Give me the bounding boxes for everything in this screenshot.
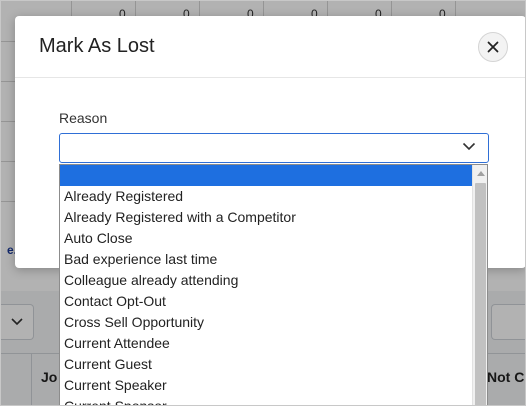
dropdown-option[interactable]: Already Registered	[60, 186, 472, 207]
dropdown-scrollbar[interactable]	[472, 165, 487, 405]
dropdown-option[interactable]: Contact Opt-Out	[60, 291, 472, 312]
dropdown-option[interactable]: Cross Sell Opportunity	[60, 312, 472, 333]
dialog-title: Mark As Lost	[39, 35, 155, 57]
dropdown-option[interactable]: Current Speaker	[60, 375, 472, 396]
dropdown-option[interactable]: Auto Close	[60, 228, 472, 249]
reason-select[interactable]	[59, 133, 489, 163]
reason-options-list[interactable]: Already Registered Already Registered wit…	[59, 164, 488, 405]
dropdown-option[interactable]: Current Guest	[60, 354, 472, 375]
dropdown-option[interactable]	[60, 165, 472, 186]
close-icon	[487, 41, 499, 53]
dropdown-option[interactable]: Colleague already attending	[60, 270, 472, 291]
options-container: Already Registered Already Registered wit…	[60, 165, 472, 405]
dialog-header: Mark As Lost	[15, 16, 525, 78]
reason-label: Reason	[59, 110, 108, 126]
dropdown-option[interactable]: Bad experience last time	[60, 249, 472, 270]
scrollbar-thumb[interactable]	[475, 183, 486, 405]
dropdown-option[interactable]: Already Registered with a Competitor	[60, 207, 472, 228]
scroll-up-arrow[interactable]	[473, 165, 487, 182]
dropdown-option[interactable]: Current Sponsor	[60, 396, 472, 405]
close-button[interactable]	[478, 32, 508, 62]
triangle-up-icon	[476, 171, 485, 176]
chevron-down-icon	[462, 142, 476, 151]
dropdown-option[interactable]: Current Attendee	[60, 333, 472, 354]
screen: 0 0 0 0 0 0 e. I Jo Not C Mark As Lost R…	[0, 0, 526, 406]
